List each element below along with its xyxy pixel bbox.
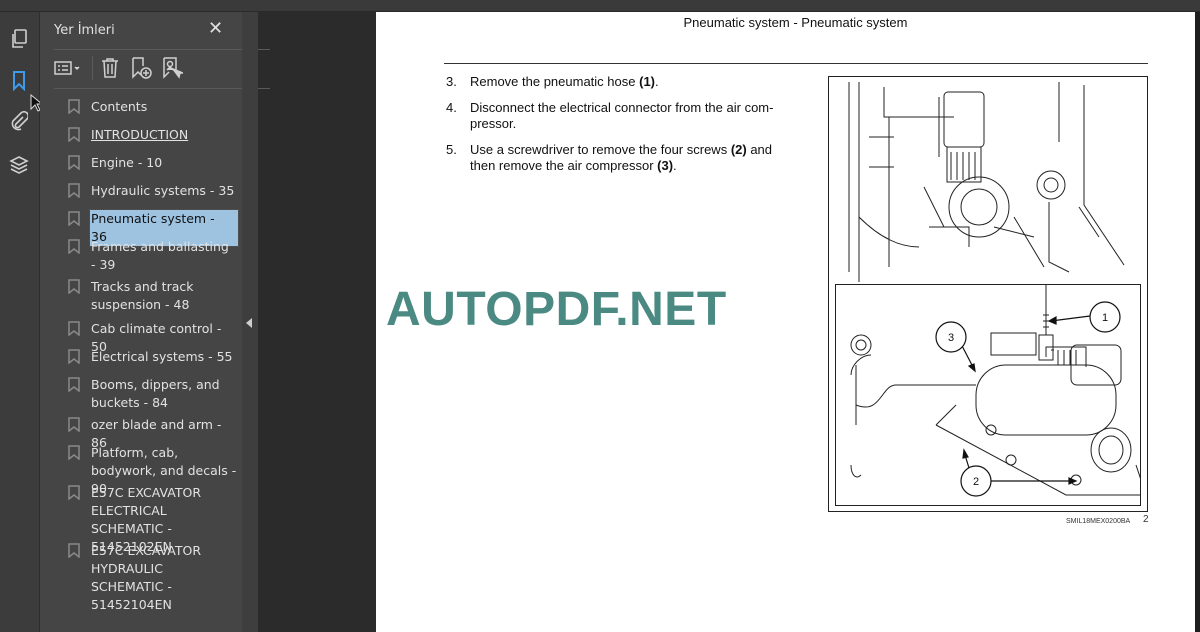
callout-label: 1 [1102,312,1108,324]
bookmark-label: Tracks and track suspension - 48 [91,279,194,312]
bookmark-flag-icon [68,211,80,226]
find-bookmark-button[interactable] [161,56,183,80]
bookmark-label: E57C EXCAVATOR HYDRAULIC SCHEMATIC - 514… [91,543,202,612]
bookmark-label: Contents [91,99,148,114]
bookmark-item[interactable]: Hydraulic systems - 35 [68,182,238,200]
engine-photo-drawing [848,82,1125,282]
bookmark-item[interactable]: Tracks and track suspension - 48 [68,278,238,314]
delete-bookmark-icon [102,58,118,78]
figure-number: 2 [1143,514,1149,525]
step-item: 5. Use a screwdriver to remove the four s… [446,142,800,174]
page-header: Pneumatic system - Pneumatic system [683,15,908,30]
bookmark-item[interactable]: Engine - 10 [68,154,238,172]
bookmark-flag-icon [68,239,80,254]
find-bookmark-icon [163,57,183,79]
collapse-panel-handle[interactable] [242,12,258,632]
bookmark-flag-icon [68,321,80,336]
close-panel-button[interactable]: ✕ [208,18,223,39]
callout-label: 3 [948,332,954,344]
bookmark-flag-icon [68,279,80,294]
bookmark-label: Frames and ballasting - 39 [91,239,229,272]
bookmark-flag-icon [68,155,80,170]
step-number: 3. [446,74,457,89]
watermark: AUTOPDF.NET [386,283,727,336]
top-toolbar [0,0,1200,12]
bookmark-item[interactable]: INTRODUCTION [68,126,238,144]
figure: 1 2 3 [828,76,1148,512]
bookmark-flag-icon [68,485,80,500]
step-item: 3. Remove the pneumatic hose (1). [446,74,800,90]
bookmark-item[interactable]: Frames and ballasting - 39 [68,238,238,274]
bookmark-item[interactable]: E57C EXCAVATOR HYDRAULIC SCHEMATIC - 514… [68,542,238,614]
collapse-arrow-icon [246,318,252,328]
left-icon-bar [0,12,42,632]
divider [54,49,270,50]
step-text: Remove the pneumatic hose (1). [470,74,659,89]
step-text: Disconnect the electrical connector from… [470,100,774,131]
toolbar-divider [92,56,93,80]
pages-icon[interactable] [8,28,30,50]
figure-caption: SMIL18MEX0200BA [1066,518,1131,525]
attachments-icon[interactable] [8,110,30,132]
callout-arrows: 1 2 3 [935,301,1121,497]
bookmark-flag-icon [68,543,80,558]
options-button[interactable] [54,56,82,80]
bookmark-flag-icon [68,349,80,364]
add-bookmark-icon [132,57,152,79]
options-icon [54,61,80,75]
bookmark-label: INTRODUCTION [91,127,189,142]
bookmark-item[interactable]: Booms, dippers, and buckets - 84 [68,376,238,412]
step-item: 4. Disconnect the electrical connector fr… [446,100,800,132]
step-text: Use a screwdriver to remove the four scr… [470,142,773,173]
bookmark-label: Electrical systems - 55 [91,349,233,364]
layers-icon[interactable] [8,154,30,176]
bookmarks-icon[interactable] [8,70,30,92]
step-number: 4. [446,100,457,115]
bookmark-label: Engine - 10 [91,155,163,170]
bookmark-flag-icon [68,127,80,142]
divider [54,88,270,89]
vertical-scrollbar[interactable] [1195,12,1200,632]
panel-title: Yer İmleri [54,23,115,38]
bookmark-item[interactable]: Electrical systems - 55 [68,348,238,366]
bookmark-flag-icon [68,99,80,114]
pdf-page: Pneumatic system - Pneumatic system 3. Re… [376,12,1195,632]
step-number: 5. [446,142,457,157]
bookmark-flag-icon [68,183,80,198]
bookmark-label: Booms, dippers, and buckets - 84 [91,377,220,410]
bookmark-item[interactable]: Contents [68,98,238,116]
header-rule [444,63,1148,64]
bookmark-flag-icon [68,377,80,392]
bookmark-label: Hydraulic systems - 35 [91,183,235,198]
bookmarks-panel: Yer İmleri ✕ Contents INTRODUCTION Engine … [40,12,270,632]
add-bookmark-button[interactable] [130,56,152,80]
callout-label: 2 [973,476,979,488]
bookmark-flag-icon [68,417,80,432]
compressor-drawing: 1 2 3 [835,284,1147,506]
delete-bookmark-button[interactable] [100,56,120,80]
instruction-steps: 3. Remove the pneumatic hose (1). 4. Disco… [446,74,800,184]
bookmark-flag-icon [68,445,80,460]
